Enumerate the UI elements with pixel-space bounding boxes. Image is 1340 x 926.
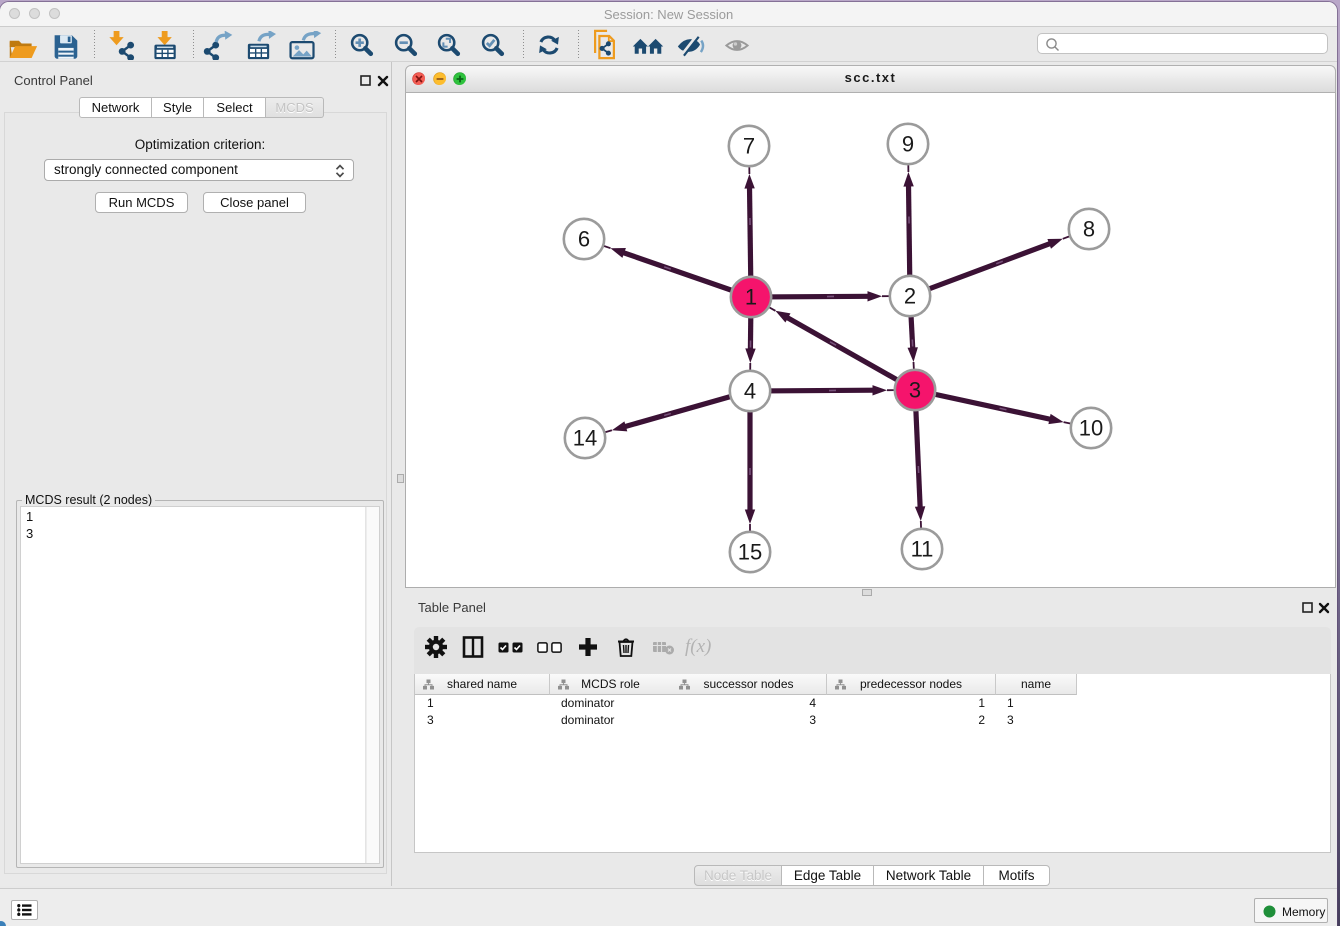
svg-text:6: 6: [578, 227, 590, 252]
svg-text:15: 15: [738, 540, 762, 565]
svg-text:7: 7: [743, 134, 755, 159]
svg-text:2: 2: [904, 284, 916, 309]
svg-text:14: 14: [573, 426, 597, 451]
svg-text:1: 1: [745, 285, 757, 310]
svg-text:10: 10: [1079, 416, 1103, 441]
svg-text:4: 4: [744, 379, 756, 404]
svg-text:11: 11: [911, 537, 934, 562]
svg-text:8: 8: [1083, 217, 1095, 242]
svg-text:3: 3: [909, 378, 921, 403]
svg-text:9: 9: [902, 132, 914, 157]
